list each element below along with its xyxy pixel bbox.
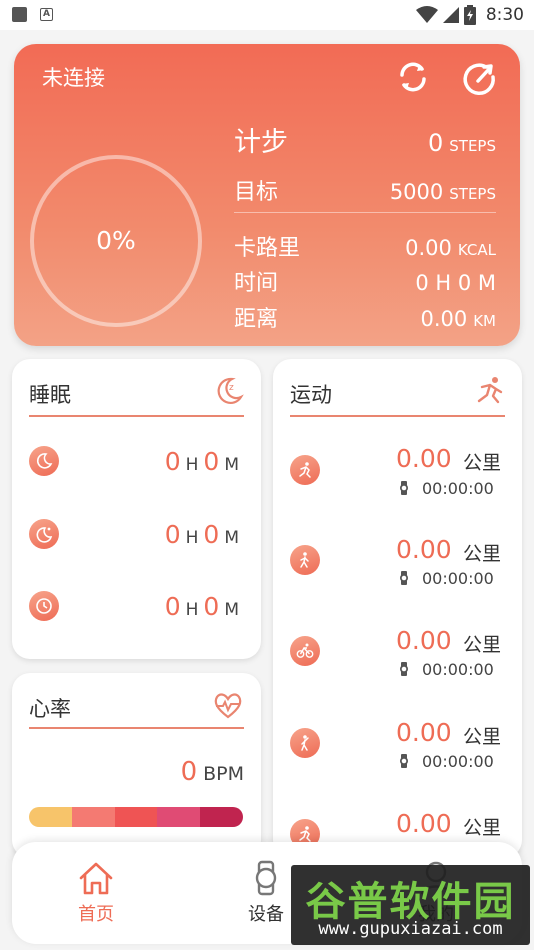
watch-icon <box>400 571 408 585</box>
sport-unit-4: 公里 <box>463 726 502 748</box>
sport-time-2: 00:00:00 <box>422 569 494 588</box>
time-label: 时间 <box>234 271 279 296</box>
calories-value: 0.00 <box>405 236 452 260</box>
sport-unit-2: 公里 <box>463 543 502 565</box>
distance-row: 距离 0.00 KM <box>234 301 496 333</box>
watermark-url: www.gupuxiazai.com <box>318 919 503 939</box>
calories-row: 卡路里 0.00 KCAL <box>234 230 496 262</box>
watch-device-icon <box>255 860 277 896</box>
moon-star-icon <box>29 519 59 549</box>
sleep-card[interactable]: 睡眠 z 0H0M 0H0M 0H0M <box>12 359 261 659</box>
notification-square-icon <box>12 7 27 22</box>
sport-time-4: 00:00:00 <box>422 752 494 771</box>
heart-pulse-icon <box>214 693 242 719</box>
heart-rate-value: 0 BPM <box>180 757 244 787</box>
sport-distance-1: 0.00 <box>396 444 452 473</box>
distance-label: 距离 <box>234 307 279 332</box>
goal-label: 目标 <box>234 180 279 205</box>
steps-value: 0 <box>427 129 444 157</box>
hero-divider <box>234 212 496 213</box>
watermark-logo: 谷普软件园 www.gupuxiazai.com <box>291 865 530 945</box>
sport-distance-3: 0.00 <box>396 626 452 655</box>
moon-icon <box>29 446 59 476</box>
running-man-icon <box>477 377 503 404</box>
steps-row: 计步 0 STEPS <box>234 120 496 159</box>
goal-value: 5000 <box>389 180 444 204</box>
walk-icon <box>290 545 320 575</box>
heart-rate-divider <box>29 727 244 729</box>
sleep-title: 睡眠 <box>29 383 71 407</box>
nav-home[interactable]: 首页 <box>56 860 136 926</box>
zone-2 <box>71 807 115 827</box>
wifi-icon <box>415 6 438 23</box>
goal-unit: STEPS <box>449 185 496 203</box>
watch-icon <box>400 481 408 495</box>
sport-unit-3: 公里 <box>463 634 502 656</box>
sport-unit-1: 公里 <box>463 452 502 474</box>
sync-icon[interactable] <box>394 58 432 96</box>
connection-status: 未连接 <box>42 66 105 90</box>
sport-card[interactable]: 运动 0.00 公里 00:00:00 0.00 公里 00:00:00 0.0… <box>273 359 522 858</box>
sleep-moon-icon: z <box>217 377 244 404</box>
home-icon <box>79 862 113 895</box>
zone-1 <box>29 807 72 827</box>
heart-rate-title: 心率 <box>29 697 71 721</box>
signal-icon <box>442 7 459 23</box>
calories-unit: KCAL <box>457 241 496 259</box>
clock-time: 8:30 <box>485 5 524 25</box>
deep-sleep-value: 0H0M <box>164 447 239 476</box>
svg-text:z: z <box>229 383 234 393</box>
calories-label: 卡路里 <box>234 236 301 261</box>
bike-icon <box>290 636 320 666</box>
sport-distance-5: 0.00 <box>396 809 452 838</box>
sport-divider <box>290 415 505 417</box>
heart-rate-card[interactable]: 心率 0 BPM <box>12 673 261 858</box>
distance-value: 0.00 <box>420 307 468 331</box>
zone-4 <box>157 807 201 827</box>
goal-row: 目标 5000 STEPS <box>234 174 496 206</box>
share-icon[interactable] <box>460 58 498 96</box>
time-value: 0 H 0 M <box>415 271 496 295</box>
step-summary-card: 未连接 0% 计步 0 STEPS 目标 5000 STEPS 卡路里 0.00 KC… <box>14 44 520 346</box>
sport-distance-2: 0.00 <box>396 535 452 564</box>
total-sleep-value: 0H0M <box>164 592 239 621</box>
steps-label: 计步 <box>234 127 288 158</box>
sport-title: 运动 <box>290 383 332 407</box>
nav-home-label: 首页 <box>78 904 114 925</box>
watch-icon <box>400 662 408 676</box>
notification-a-icon: A <box>40 8 53 21</box>
sport-distance-4: 0.00 <box>396 718 452 747</box>
climb-icon <box>290 728 320 758</box>
sport-time-3: 00:00:00 <box>422 660 494 679</box>
zone-3 <box>114 807 158 827</box>
battery-icon <box>463 5 476 25</box>
time-row: 时间 0 H 0 M <box>234 265 496 297</box>
light-sleep-value: 0H0M <box>164 520 239 549</box>
steps-unit: STEPS <box>449 137 496 155</box>
run-icon <box>290 455 320 485</box>
distance-unit: KM <box>473 312 496 330</box>
status-bar: A 8:30 <box>0 0 534 30</box>
clock-icon <box>29 591 59 621</box>
sleep-divider <box>29 415 244 417</box>
heart-rate-zone-bar <box>29 807 243 827</box>
sport-time-1: 00:00:00 <box>422 479 494 498</box>
progress-percent: 0% <box>96 226 136 255</box>
sport-unit-5: 公里 <box>463 817 502 839</box>
watch-icon <box>400 754 408 768</box>
zone-5 <box>200 807 243 827</box>
